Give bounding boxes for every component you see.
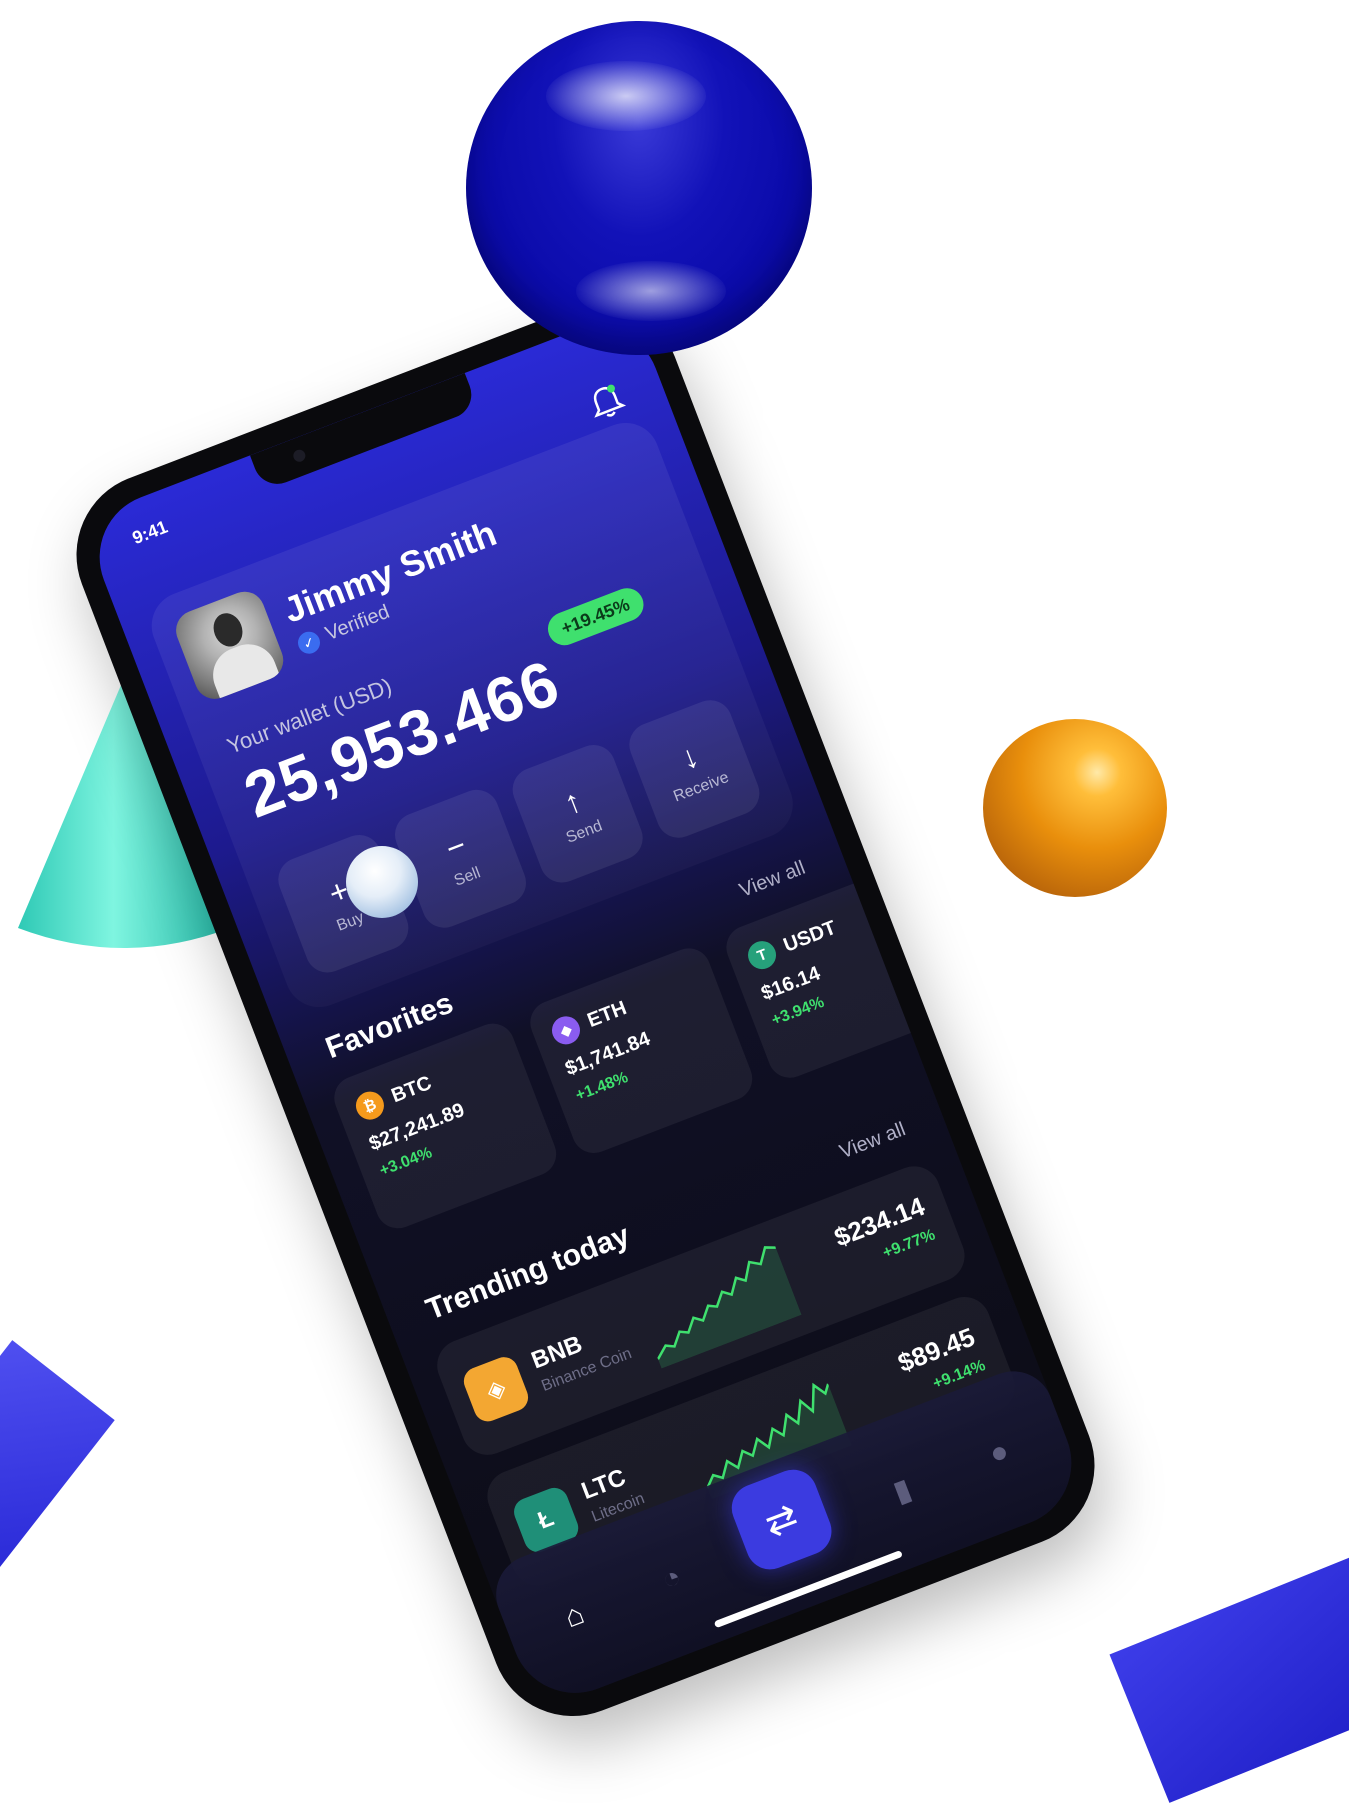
arrow-down-icon: ↓ <box>675 737 704 777</box>
favorite-symbol: ETH <box>584 996 630 1032</box>
verified-check-icon: ✓ <box>294 628 324 657</box>
bitcoin-icon: ₿ <box>351 1087 389 1124</box>
pie-chart-icon[interactable]: ◔ <box>643 1551 700 1608</box>
bell-icon[interactable] <box>581 376 633 428</box>
favorites-view-all-link[interactable]: View all <box>736 857 808 903</box>
bar-chart-icon[interactable]: ▮ <box>874 1462 931 1519</box>
trending-view-all-link[interactable]: View all <box>837 1118 909 1164</box>
sparkline-chart <box>656 1246 802 1369</box>
swap-icon[interactable]: ⇄ <box>724 1462 839 1577</box>
receive-label: Receive <box>671 768 732 806</box>
bnb-icon: ◈ <box>459 1353 533 1426</box>
arrow-up-icon: ↑ <box>558 782 587 822</box>
home-icon[interactable]: ⌂ <box>546 1588 603 1645</box>
sell-label: Sell <box>451 864 483 890</box>
phone-mockup: 9:41 Jimmy Smith ✓ Verified Your wallet … <box>52 280 1119 1740</box>
send-button[interactable]: ↑ Send <box>505 738 649 890</box>
app-screen: 9:41 Jimmy Smith ✓ Verified Your wallet … <box>80 308 1091 1712</box>
favorite-symbol: BTC <box>388 1071 435 1107</box>
favorite-card-usdt[interactable]: T USDT $16.14 +3.94% <box>719 866 955 1085</box>
blue-cube-decoration-right <box>1109 1557 1349 1803</box>
blue-sphere-decoration <box>466 21 812 355</box>
wallet-change-badge: +19.45% <box>543 583 648 651</box>
gold-sphere-decoration <box>983 719 1167 897</box>
receive-button[interactable]: ↓ Receive <box>622 693 766 845</box>
avatar[interactable] <box>170 585 290 705</box>
glass-sphere-decoration <box>346 846 418 918</box>
buy-label: Buy <box>334 909 367 935</box>
front-camera <box>291 448 307 464</box>
send-label: Send <box>563 817 605 847</box>
profile-icon[interactable]: ● <box>971 1425 1028 1482</box>
wallet-card: Jimmy Smith ✓ Verified Your wallet (USD)… <box>141 413 803 1017</box>
phone-notch <box>249 373 478 492</box>
status-time: 9:41 <box>129 516 171 549</box>
blue-cube-decoration <box>0 1340 115 1570</box>
home-indicator <box>713 1550 903 1629</box>
ethereum-icon: ◆ <box>547 1012 585 1049</box>
favorite-card-eth[interactable]: ◆ ETH $1,741.84 +1.48% <box>523 941 759 1160</box>
favorite-symbol: USDT <box>780 916 840 957</box>
tether-icon: T <box>743 936 781 974</box>
minus-icon: − <box>440 826 471 867</box>
